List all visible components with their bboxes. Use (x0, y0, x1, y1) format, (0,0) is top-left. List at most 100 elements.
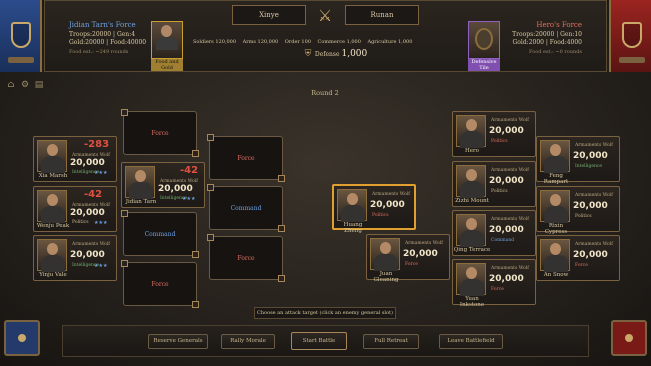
flag-bar (619, 57, 645, 63)
troop-count: 20,000 (489, 225, 524, 235)
left-force-portrait-label: Food and Gold (151, 59, 183, 71)
rank-stars: ★★★ (94, 220, 108, 226)
portrait-body (41, 255, 65, 272)
right-force-portrait (468, 21, 500, 59)
full-retreat-button[interactable]: Full Retreat (363, 334, 419, 349)
trait-label: Politics (491, 189, 508, 194)
general-name: Qing Terrace (453, 247, 491, 253)
corner-stud (625, 334, 633, 342)
general-portrait (37, 239, 67, 272)
left-city-name: Xinye (232, 5, 306, 25)
trait-label: Force (405, 262, 418, 267)
portrait-head (466, 267, 477, 279)
general-portrait (540, 190, 570, 223)
general-card-hero[interactable]: Hero Armaments Wolf 20,000 Politics (452, 111, 536, 157)
general-name: Hero (465, 148, 479, 154)
left-faction-flag (0, 0, 42, 72)
settings-icon[interactable]: ⚙ (20, 80, 30, 90)
portrait-body (544, 206, 568, 223)
crossed-swords-icon: ⚔ (317, 6, 333, 25)
general-card-yuan-inkstone[interactable]: Yuan Inkstone Armaments Wolf 20,000 Forc… (452, 259, 536, 308)
slot-command[interactable]: Command (121, 210, 199, 258)
general-label: Armaments Wolf (72, 242, 110, 247)
bottom-toolbar: Reserve Generals Rally Morale Start Batt… (62, 325, 589, 357)
general-card-jidian-tarn[interactable]: Jidian Tarn -42 Armaments Wolf 20,000 In… (121, 162, 205, 208)
rank-stars: ★★★ (182, 196, 196, 202)
general-label: Armaments Wolf (575, 242, 613, 247)
general-name: An Snow (543, 272, 569, 278)
portrait-body (374, 254, 398, 271)
start-battle-button[interactable]: Start Battle (291, 332, 347, 350)
trait-label: Politics (575, 214, 592, 219)
portrait-head (550, 243, 561, 255)
battle-screen: Jidian Tarn's Force Troops:20000 | Gen:4… (0, 0, 651, 366)
general-label: Armaments Wolf (575, 143, 613, 148)
rally-morale-button[interactable]: Rally Morale (221, 334, 275, 349)
general-portrait (540, 239, 570, 272)
portrait-head (550, 144, 561, 156)
order-stat: Order 100 (284, 39, 311, 45)
general-card-qing-terrace[interactable]: Qing Terrace Armaments Wolf 20,000 Comma… (452, 210, 536, 256)
general-card-huang-zheng-selected[interactable]: Huang Zheng Armaments Wolf 20,000 Politi… (332, 184, 416, 234)
slot-force[interactable]: Force (121, 109, 199, 157)
troop-count: 20,000 (573, 201, 608, 211)
general-card-an-snow[interactable]: An Snow Armaments Wolf 20,000 Force (536, 235, 620, 281)
right-force-troops: Troops:20000 | Gen:10 (512, 31, 582, 38)
defense-row: ⛨ Defense 1,000 (303, 49, 368, 59)
general-portrait (37, 190, 67, 223)
general-card-juan-gleaning[interactable]: Juan Gleaning Armaments Wolf 20,000 Forc… (366, 234, 450, 283)
home-icon[interactable]: ⌂ (6, 80, 16, 90)
troop-count: 20,000 (370, 200, 405, 210)
chart-icon[interactable]: ▤ (34, 80, 44, 90)
general-card-wenju-peak[interactable]: Wenju Peak -42 Armaments Wolf 20,000 Pol… (33, 186, 117, 232)
leave-battlefield-button[interactable]: Leave Battlefield (439, 334, 503, 349)
general-label: Armaments Wolf (575, 193, 613, 198)
general-label: Armaments Wolf (491, 217, 529, 222)
damage-value: -42 (180, 165, 199, 176)
troop-count: 20,000 (403, 249, 438, 259)
portrait-head (47, 243, 58, 255)
faction-emblem-icon (622, 22, 642, 48)
general-portrait (456, 263, 486, 296)
slot-command[interactable]: Command (207, 184, 285, 232)
general-portrait (337, 189, 367, 222)
trait-label: Politics (491, 139, 508, 144)
slot-force[interactable]: Force (207, 234, 285, 282)
arms-stat: Arms 120,000 (242, 39, 279, 45)
portrait-head (47, 144, 58, 156)
left-force-gold-food: Gold:20000 | Food:40000 (69, 39, 147, 46)
general-name: Jidian Tarn (125, 199, 157, 205)
general-card-yinju-vale[interactable]: Yinju Vale Armaments Wolf 20,000 Intelli… (33, 235, 117, 281)
portrait-body (460, 230, 484, 247)
general-card-feng-rampart[interactable]: Feng Rampart Armaments Wolf 20,000 Intel… (536, 136, 620, 185)
troop-count: 20,000 (158, 184, 193, 194)
general-portrait (456, 165, 486, 198)
general-portrait (456, 115, 486, 148)
general-card-zizhi-mount[interactable]: Zizhi Mount Armaments Wolf 20,000 Politi… (452, 161, 536, 207)
portrait-head (466, 169, 477, 181)
general-name: Wenju Peak (36, 223, 70, 229)
general-label: Armaments Wolf (405, 241, 443, 246)
reserve-generals-button[interactable]: Reserve Generals (148, 334, 208, 349)
general-name: Zizhi Mount (455, 198, 489, 204)
right-force-portrait-label: Defensive Tile (468, 59, 500, 71)
damage-value: -283 (84, 139, 110, 150)
general-portrait (540, 140, 570, 173)
portrait-body (41, 156, 65, 173)
portrait-head (347, 193, 358, 205)
portrait-head (466, 119, 477, 131)
general-card-xia-marsh[interactable]: Xia Marsh -283 Armaments Wolf 20,000 Int… (33, 136, 117, 182)
right-corner-emblem (611, 320, 647, 356)
portrait-body (41, 206, 65, 223)
slot-force[interactable]: Force (121, 260, 199, 308)
portrait-body (156, 37, 178, 50)
general-card-rixin-cypress[interactable]: Rixin Cypress Armaments Wolf 20,000 Poli… (536, 186, 620, 235)
defense-label: Defense (314, 51, 340, 58)
rank-stars: ★★★ (94, 263, 108, 269)
trait-label: Command (491, 238, 515, 243)
general-label: Armaments Wolf (491, 168, 529, 173)
troop-count: 20,000 (573, 151, 608, 161)
trait-label: Force (575, 263, 588, 268)
portrait-body (341, 205, 365, 222)
slot-force[interactable]: Force (207, 134, 285, 182)
